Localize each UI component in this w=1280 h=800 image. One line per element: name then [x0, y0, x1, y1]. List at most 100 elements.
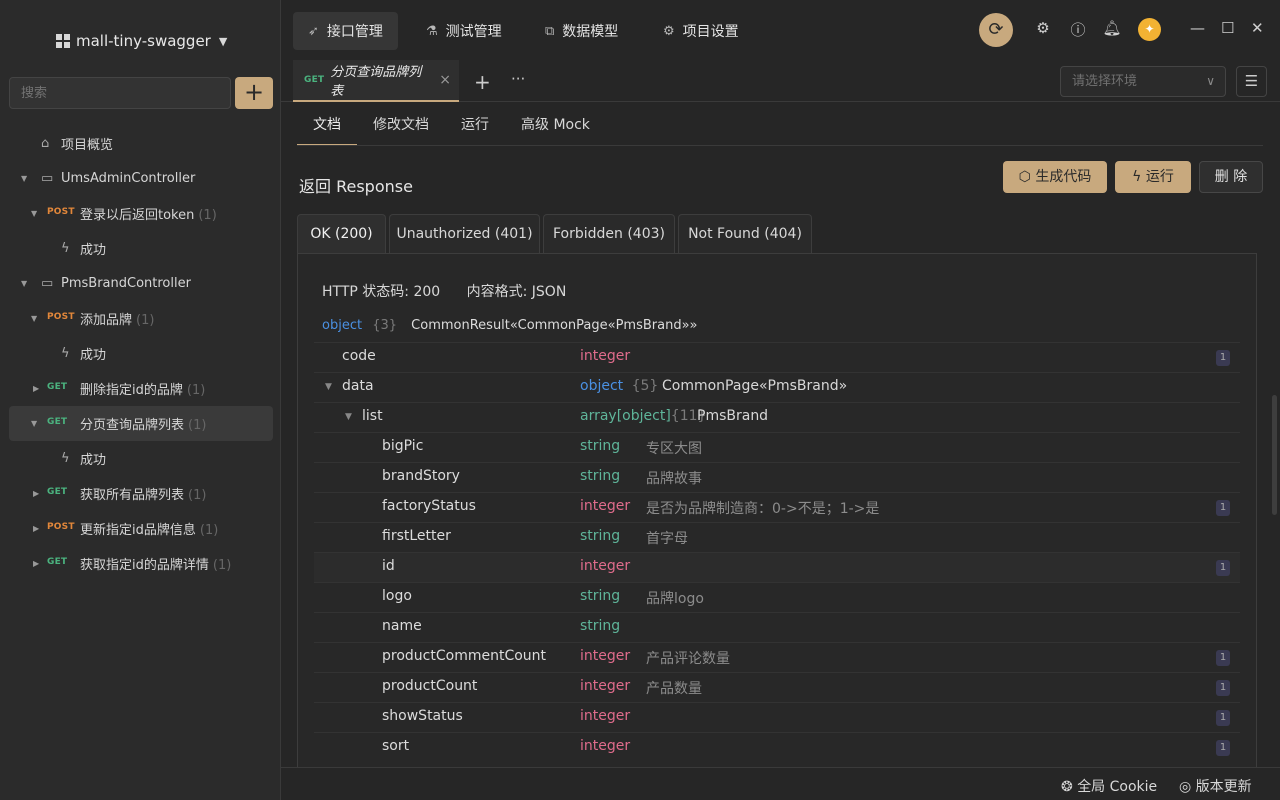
subtab-run[interactable]: 运行 [445, 106, 505, 146]
expand-arrow-icon[interactable]: ▼ [31, 314, 37, 323]
apps-grid-icon [56, 34, 70, 48]
field-desc: 产品数量 [646, 681, 702, 697]
help-icon[interactable]: ⓘ [1068, 19, 1088, 40]
schema-row[interactable]: brandStory string 品牌故事 [314, 462, 1240, 492]
expand-arrow-icon[interactable]: ▶ [33, 384, 39, 393]
tree-folder-pms[interactable]: ▼ ▭ PmsBrandController [9, 266, 273, 301]
schema-row[interactable]: productCommentCount integer 产品评论数量 1 [314, 642, 1240, 672]
tab-api-management[interactable]: ➶ 接口管理 [293, 12, 398, 50]
status-bar: ❂ 全局 Cookie ◎ 版本更新 [281, 767, 1280, 800]
schema-row[interactable]: name string [314, 612, 1240, 642]
tree-folder-ums[interactable]: ▼ ▭ UmsAdminController [9, 161, 273, 196]
schema-row[interactable]: firstLetter string 首字母 [314, 522, 1240, 552]
avatar[interactable]: ✦ [1138, 18, 1161, 41]
field-type: string [580, 468, 621, 484]
tree-item-api[interactable]: ▼ POST 添加品牌 (1) [9, 301, 273, 336]
field-desc: 首字母 [646, 531, 688, 547]
badge: 1 [1216, 740, 1230, 756]
expand-arrow-icon[interactable]: ▼ [31, 419, 37, 428]
generate-code-button[interactable]: ⬡ 生成代码 [1003, 161, 1107, 193]
tree-item-case[interactable]: ϟ 成功 [9, 336, 273, 371]
schema-root: object {3} CommonResult«CommonPage«PmsBr… [322, 318, 698, 333]
folder-icon: ▭ [41, 276, 54, 291]
field-type: integer [580, 708, 631, 724]
collapse-arrow-icon[interactable]: ▼ [325, 382, 332, 392]
tab-project-settings[interactable]: ⚙ 项目设置 [648, 12, 754, 50]
maximize-icon[interactable]: ☐ [1221, 19, 1234, 37]
schema-row[interactable]: showStatus integer 1 [314, 702, 1240, 732]
sync-icon[interactable]: ⟳ [979, 13, 1013, 47]
schema-row[interactable]: factoryStatus integer 是否为品牌制造商：0->不是；1->… [314, 492, 1240, 522]
bell-icon[interactable]: 🔔︎ [1102, 19, 1122, 37]
subtab-doc[interactable]: 文档 [297, 106, 357, 146]
divider [297, 145, 1263, 146]
more-icon[interactable]: ··· [511, 70, 525, 88]
schema-row[interactable]: ▼ data object {5} CommonPage«PmsBrand» [314, 372, 1240, 402]
case-count: (1) [188, 418, 207, 433]
tree-item-case[interactable]: ϟ 成功 [9, 441, 273, 476]
run-button[interactable]: ϟ 运行 [1115, 161, 1191, 193]
field-name: factoryStatus [382, 498, 476, 514]
list-menu-icon[interactable]: ☰ [1236, 66, 1267, 97]
method-badge: POST [47, 522, 75, 532]
lightning-icon: ϟ [61, 451, 70, 466]
tree-item-api[interactable]: ▶ GET 获取所有品牌列表 (1) [9, 476, 273, 511]
response-title: 返回 Response [299, 177, 413, 196]
schema-row[interactable]: sort integer 1 [314, 732, 1240, 762]
schema-row[interactable]: productCount integer 产品数量 1 [314, 672, 1240, 702]
chevron-down-icon: ∨ [1206, 74, 1215, 88]
tab-test-management[interactable]: ⚗ 测试管理 [411, 12, 517, 50]
settings-icon[interactable]: ⚙ [1033, 19, 1053, 37]
expand-arrow-icon[interactable]: ▼ [21, 174, 27, 183]
add-button[interactable]: + [235, 77, 273, 109]
status-tab-401[interactable]: Unauthorized (401) [389, 214, 540, 254]
case-count: (1) [188, 488, 207, 503]
scrollbar[interactable] [1272, 395, 1277, 515]
tree-item-overview[interactable]: ⌂ 项目概览 [9, 126, 273, 161]
status-tab-404[interactable]: Not Found (404) [678, 214, 812, 254]
status-tab-200[interactable]: OK (200) [297, 214, 386, 254]
delete-button[interactable]: 删 除 [1199, 161, 1263, 193]
environment-select[interactable]: 请选择环境 ∨ [1060, 66, 1226, 97]
close-tab-icon[interactable]: × [439, 72, 451, 88]
method-badge: GET [47, 487, 68, 497]
tree-item-case[interactable]: ϟ 成功 [9, 231, 273, 266]
expand-arrow-icon[interactable]: ▶ [33, 559, 39, 568]
tree-item-api-selected[interactable]: ▼ GET 分页查询品牌列表 (1) [9, 406, 273, 441]
lightning-icon: ϟ [61, 241, 70, 256]
subtab-mock[interactable]: 高级 Mock [505, 106, 606, 146]
tree-item-label: UmsAdminController [61, 171, 196, 186]
schema-row[interactable]: bigPic string 专区大图 [314, 432, 1240, 462]
schema-row[interactable]: logo string 品牌logo [314, 582, 1240, 612]
schema-row-hover[interactable]: id integer 1 [314, 552, 1240, 582]
schema-row[interactable]: code integer 1 [314, 342, 1240, 372]
search-input[interactable] [9, 77, 231, 109]
expand-arrow-icon[interactable]: ▼ [31, 209, 37, 218]
tree-item-api[interactable]: ▼ POST 登录以后返回token (1) [9, 196, 273, 231]
field-desc: 专区大图 [646, 441, 702, 457]
version-update-link[interactable]: ◎ 版本更新 [1179, 776, 1252, 796]
rocket-icon: ➶ [308, 23, 319, 39]
global-cookie-link[interactable]: ❂ 全局 Cookie [1061, 776, 1157, 796]
new-tab-icon[interactable]: + [474, 70, 491, 94]
shapes-icon: ⧉ [545, 23, 555, 39]
close-icon[interactable]: ✕ [1251, 19, 1264, 37]
project-switcher[interactable]: mall-tiny-swagger ▼ [56, 32, 227, 50]
status-tab-403[interactable]: Forbidden (403) [543, 214, 675, 254]
eye-icon: ◎ [1179, 779, 1192, 795]
tree-item-api[interactable]: ▶ POST 更新指定id品牌信息 (1) [9, 511, 273, 546]
collapse-arrow-icon[interactable]: ▼ [345, 412, 352, 422]
schema-row[interactable]: ▼ list array[object]{11} PmsBrand [314, 402, 1240, 432]
doc-tab-active[interactable]: GET 分页查询品牌列表 × [293, 60, 459, 102]
field-type: integer [580, 558, 631, 574]
expand-arrow-icon[interactable]: ▼ [21, 279, 27, 288]
caret-down-icon: ▼ [218, 34, 228, 48]
subtab-edit[interactable]: 修改文档 [357, 106, 445, 146]
minimize-icon[interactable]: — [1190, 19, 1205, 37]
tab-data-models[interactable]: ⧉ 数据模型 [530, 12, 633, 50]
expand-arrow-icon[interactable]: ▶ [33, 524, 39, 533]
tree-item-api[interactable]: ▶ GET 删除指定id的品牌 (1) [9, 371, 273, 406]
expand-arrow-icon[interactable]: ▶ [33, 489, 39, 498]
tree-item-api[interactable]: ▶ GET 获取指定id的品牌详情 (1) [9, 546, 273, 581]
field-name: productCommentCount [382, 648, 547, 664]
